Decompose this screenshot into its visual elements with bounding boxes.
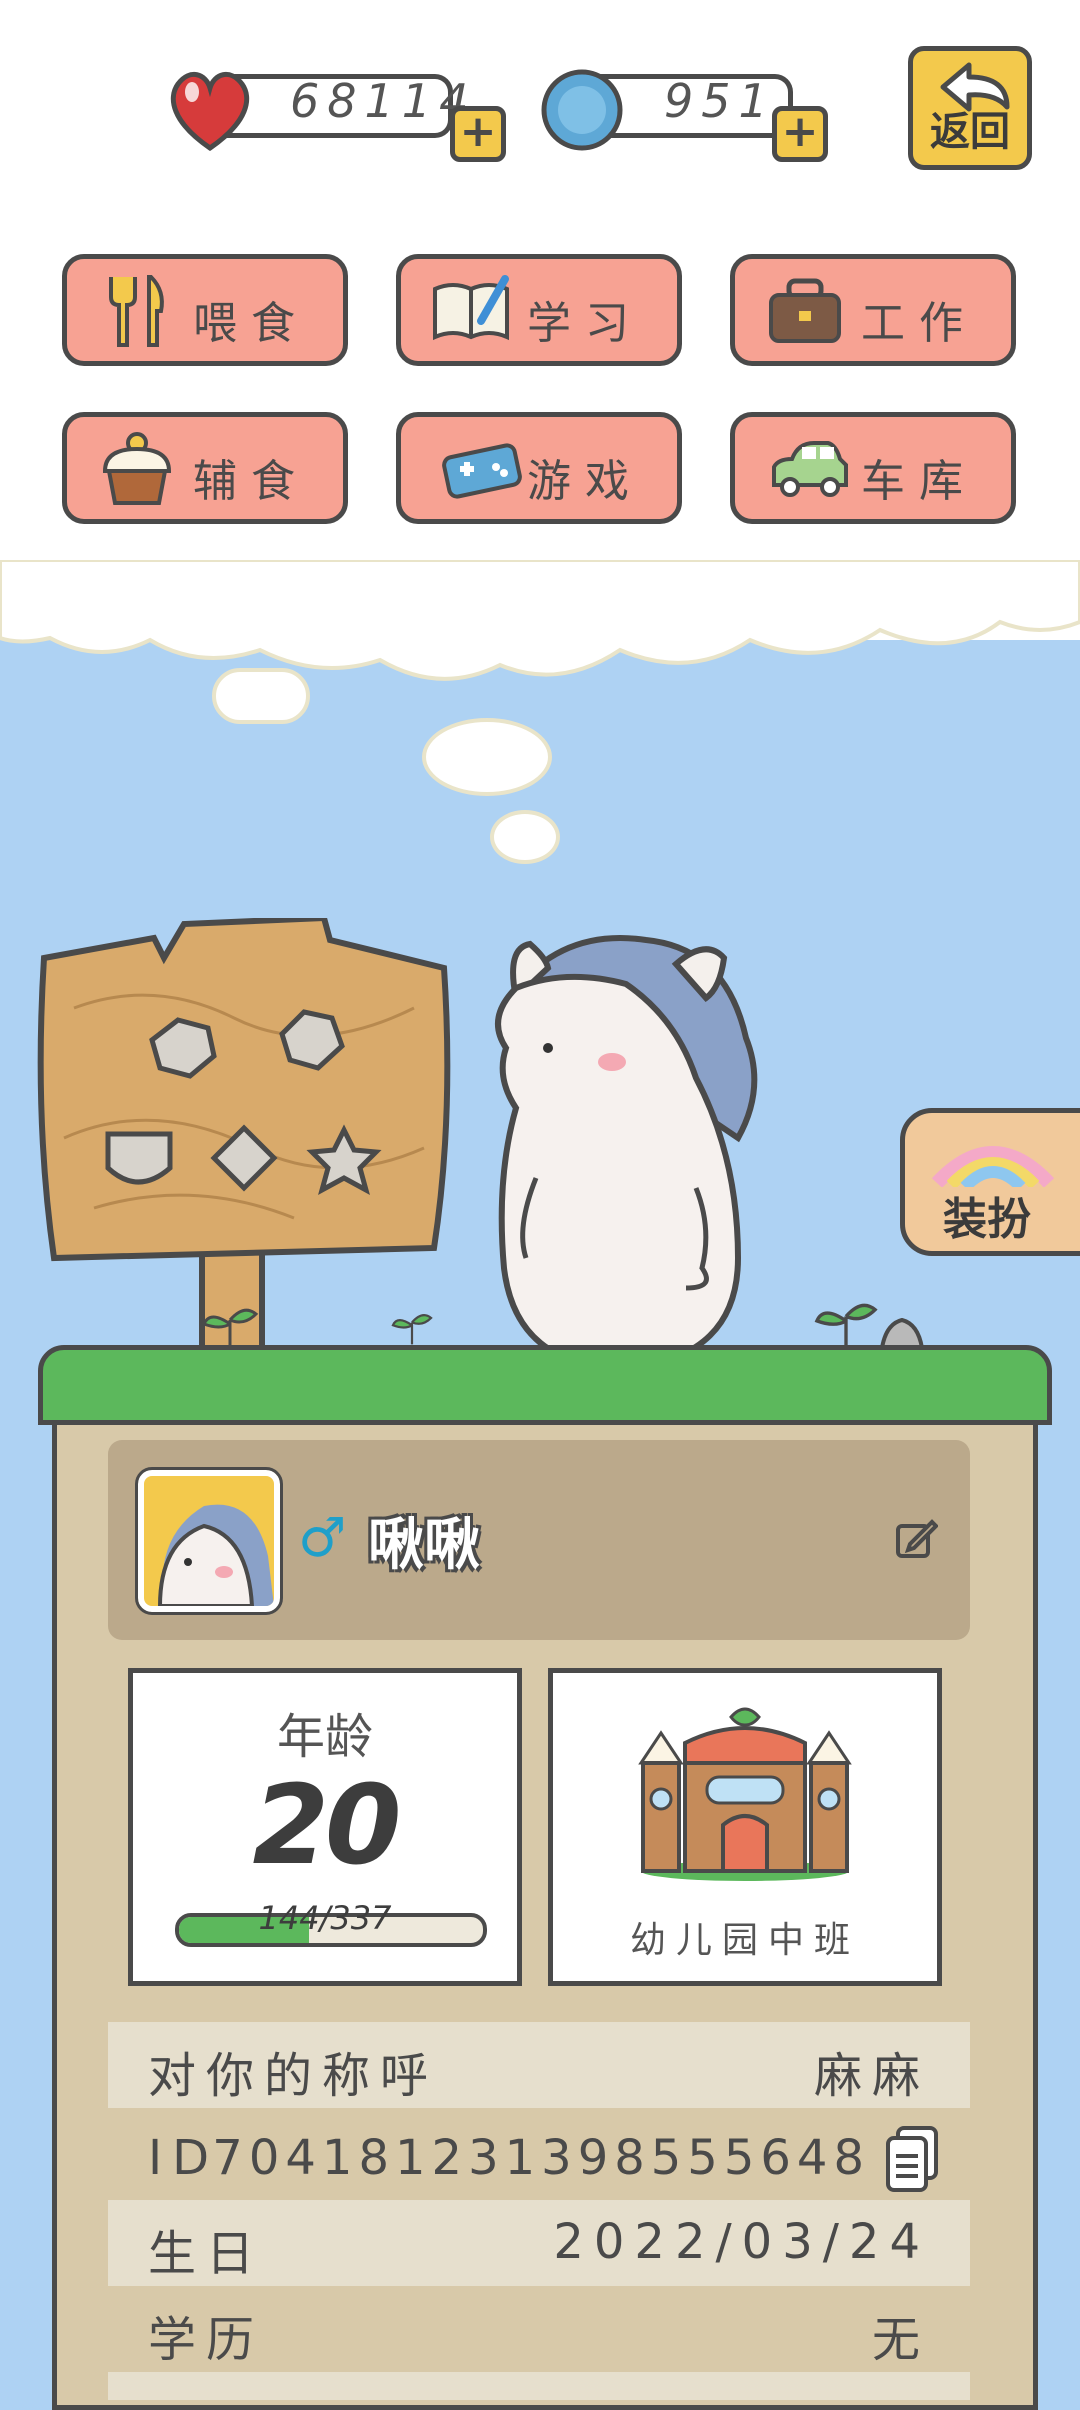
add-hearts-button[interactable]: + (450, 106, 506, 162)
back-button[interactable]: 返回 (908, 46, 1032, 170)
school-card[interactable]: 幼儿园中班 (548, 1668, 942, 1986)
id-label: ID (148, 2130, 220, 2186)
copy-icon[interactable] (884, 2124, 940, 2194)
sprout-icon (814, 1303, 878, 1350)
age-card: 年龄 20 144/337 (128, 1668, 522, 1986)
game-button[interactable]: 游戏 (396, 412, 682, 524)
hearts-value: 68114 (290, 74, 477, 128)
coins-value: 951 (664, 74, 776, 128)
cupcake-icon (102, 432, 172, 505)
work-label: 工作 (861, 298, 977, 349)
dress-up-button[interactable]: 装扮 (900, 1108, 1080, 1256)
pet-name: 啾啾 (368, 1513, 480, 1578)
work-button[interactable]: 工作 (730, 254, 1016, 366)
school-label: 幼儿园中班 (629, 1920, 860, 1961)
info-row-partial (108, 2372, 970, 2400)
study-label: 学习 (527, 298, 643, 349)
achievement-signboard[interactable] (34, 918, 454, 1358)
education-value: 无 (871, 2312, 930, 2368)
hedgehog-avatar-icon (157, 1504, 274, 1606)
garage-label: 车库 (861, 456, 977, 507)
education-row: 学历 无 (108, 2286, 970, 2372)
thought-bubble-small (490, 810, 560, 864)
male-gender-icon: ♂ (298, 1506, 347, 1569)
kindergarten-building-icon (638, 1707, 852, 1881)
game-label: 游戏 (527, 456, 643, 507)
edit-pencil-icon[interactable] (894, 1516, 938, 1560)
snack-label: 辅食 (193, 456, 309, 507)
car-icon (772, 441, 848, 497)
birthday-label: 生日 (148, 2226, 265, 2282)
hearts-stat: 68114 + (162, 62, 506, 162)
nickname-value: 麻麻 (813, 2048, 930, 2104)
sprout-icon (202, 1308, 259, 1350)
dress-up-label: 装扮 (943, 1194, 1031, 1245)
feed-label: 喂食 (193, 298, 309, 349)
rainbow-icon (931, 1146, 1055, 1187)
coins-stat: 951 + (536, 62, 836, 162)
nickname-label: 对你的称呼 (148, 2048, 439, 2104)
id-value: 704181231398555648 (212, 2130, 870, 2186)
education-label: 学历 (148, 2312, 265, 2368)
grass-ledge (38, 1345, 1052, 1425)
book-pen-icon (433, 275, 509, 341)
birthday-value: 2022/03/24 (553, 2214, 930, 2270)
birthday-row: 生日 2022/03/24 (108, 2200, 970, 2286)
profile-card: ♂ 啾啾 (108, 1440, 970, 1640)
thought-bubble-large (422, 718, 552, 796)
age-value: 20 (252, 1761, 401, 1889)
cloud-edge (0, 560, 1080, 681)
avatar[interactable] (135, 1467, 283, 1615)
study-button[interactable]: 学习 (396, 254, 682, 366)
sprout-icon (391, 1314, 433, 1345)
back-label: 返回 (930, 109, 1010, 155)
feed-button[interactable]: 喂食 (62, 254, 348, 366)
heart-icon (170, 72, 250, 152)
snack-button[interactable]: 辅食 (62, 412, 348, 524)
age-progress-text: 144/337 (258, 1899, 392, 1937)
briefcase-icon (769, 278, 841, 343)
fork-knife-icon (109, 275, 164, 347)
add-coins-button[interactable]: + (772, 106, 828, 162)
age-title: 年龄 (276, 1709, 373, 1765)
nickname-row: 对你的称呼 麻麻 (108, 2022, 970, 2108)
bottle-cap-icon (541, 69, 623, 151)
cloud-puff (212, 668, 310, 724)
garage-button[interactable]: 车库 (730, 412, 1016, 524)
id-row: ID 704181231398555648 (108, 2116, 970, 2202)
pet-hedgehog[interactable] (476, 928, 786, 1378)
